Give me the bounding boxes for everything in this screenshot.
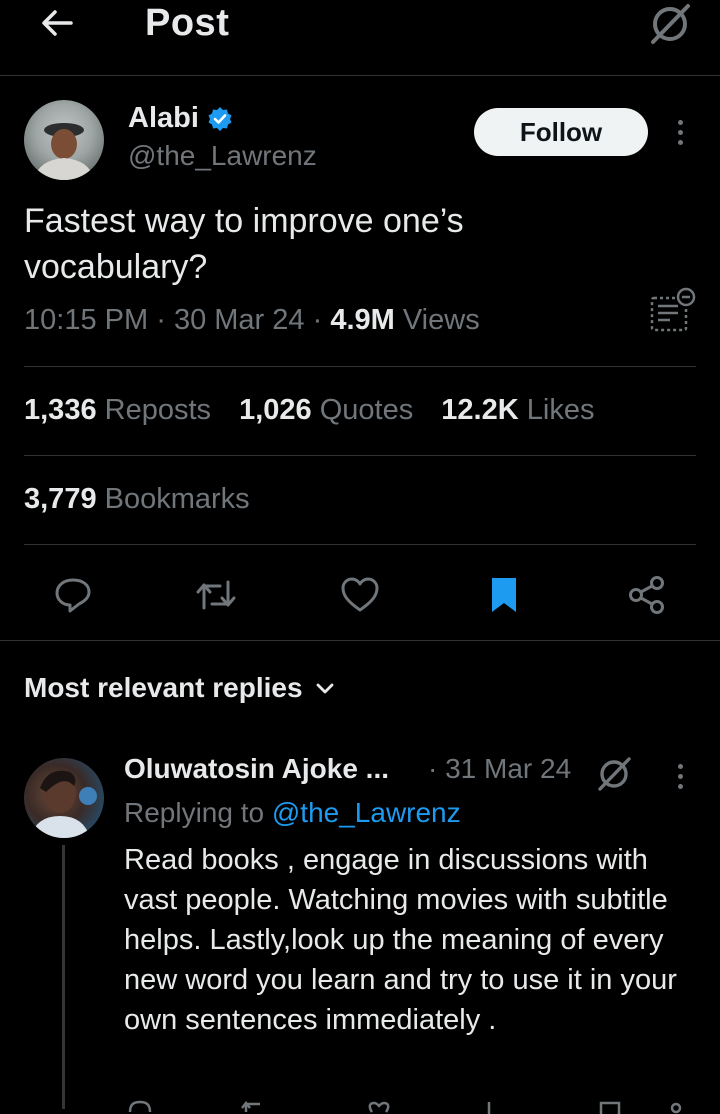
like-button[interactable]	[335, 570, 385, 620]
more-icon-dot	[677, 783, 683, 789]
author-avatar[interactable]	[24, 100, 104, 180]
reply-more-options-button[interactable]	[666, 758, 694, 794]
quotes-stat[interactable]: 1,026 Quotes	[239, 394, 413, 426]
grok-icon	[651, 4, 690, 44]
views-label: Views	[402, 304, 480, 336]
replying-prefix: Replying to	[124, 797, 265, 828]
views-count: 4.9M	[330, 304, 395, 336]
divider	[0, 640, 720, 641]
reply-text: Read books , engage in discussions with …	[124, 844, 677, 1036]
post-time: 10:15 PM	[24, 304, 149, 336]
likes-stat[interactable]: 12.2K Likes	[441, 394, 594, 426]
bookmarks-label: Bookmarks	[104, 483, 250, 515]
quotes-count: 1,026	[239, 394, 312, 426]
reply-author-avatar[interactable]	[24, 758, 104, 838]
chevron-down-icon	[316, 683, 333, 694]
verified-badge-icon	[208, 106, 232, 131]
translate-icon	[650, 287, 696, 332]
share-button[interactable]	[622, 570, 672, 620]
author-name[interactable]: Alabi	[128, 102, 199, 135]
post-date: 30 Mar 24	[173, 304, 305, 336]
reposts-label: Reposts	[104, 394, 212, 426]
like-icon	[341, 577, 379, 612]
bookmarks-count: 3,779	[24, 483, 97, 515]
more-icon	[677, 763, 683, 769]
divider	[24, 366, 696, 367]
reply-date: · 31 Mar 24	[428, 753, 572, 784]
reposts-stat[interactable]: 1,336 Reposts	[24, 394, 211, 426]
author-name-row[interactable]: Alabi	[128, 102, 233, 135]
meta-separator: ·	[156, 304, 166, 336]
back-arrow-icon	[42, 10, 73, 36]
post-text: Fastest way to improve one’s vocabulary?	[24, 202, 464, 286]
author-handle[interactable]: @the_Lawrenz	[128, 140, 317, 172]
replying-to: Replying to @the_Lawrenz	[124, 797, 461, 829]
likes-label: Likes	[526, 394, 595, 426]
repost-icon	[196, 580, 236, 610]
reply-action-icons	[128, 1100, 682, 1114]
divider	[24, 544, 696, 545]
divider	[24, 455, 696, 456]
replying-handle-link[interactable]: @the_Lawrenz	[272, 797, 461, 828]
reply-grok-button[interactable]	[596, 756, 632, 792]
more-icon-dot	[677, 773, 683, 779]
more-options-button[interactable]	[666, 112, 694, 152]
reply-action-row	[124, 1094, 714, 1114]
back-button[interactable]	[34, 0, 80, 46]
reply-avatar-image	[30, 770, 97, 838]
translate-button[interactable]	[648, 286, 696, 334]
reposts-count: 1,336	[24, 394, 97, 426]
quotes-label: Quotes	[319, 394, 414, 426]
grok-button[interactable]	[648, 2, 692, 46]
reply-icon	[55, 578, 91, 613]
page-title: Post	[145, 2, 230, 44]
bookmarks-stat[interactable]: 3,779 Bookmarks	[24, 483, 250, 516]
likes-count: 12.2K	[441, 394, 519, 426]
stats-row: 1,336 Reposts 1,026 Quotes 12.2K Likes	[24, 394, 614, 427]
grok-icon	[598, 757, 631, 791]
post-meta: 10:15 PM · 30 Mar 24 · 4.9M Views	[24, 304, 480, 337]
bookmark-icon	[492, 578, 516, 612]
share-icon	[629, 576, 664, 614]
top-bar	[0, 0, 720, 76]
reply-author-name[interactable]: Oluwatosin Ajoke ...	[124, 753, 389, 785]
thread-line	[62, 845, 65, 1109]
reply-sort-dropdown[interactable]: Most relevant replies	[24, 672, 335, 704]
more-icon-dot	[677, 129, 683, 135]
reply-button[interactable]	[48, 570, 98, 620]
more-icon	[677, 119, 683, 125]
meta-separator: ·	[312, 304, 323, 336]
repost-button[interactable]	[191, 570, 241, 620]
bookmark-button[interactable]	[479, 570, 529, 620]
more-icon-dot	[677, 139, 683, 145]
reply-sort-label: Most relevant replies	[24, 672, 303, 703]
follow-button[interactable]: Follow	[474, 108, 648, 156]
author-avatar-image	[34, 123, 94, 180]
